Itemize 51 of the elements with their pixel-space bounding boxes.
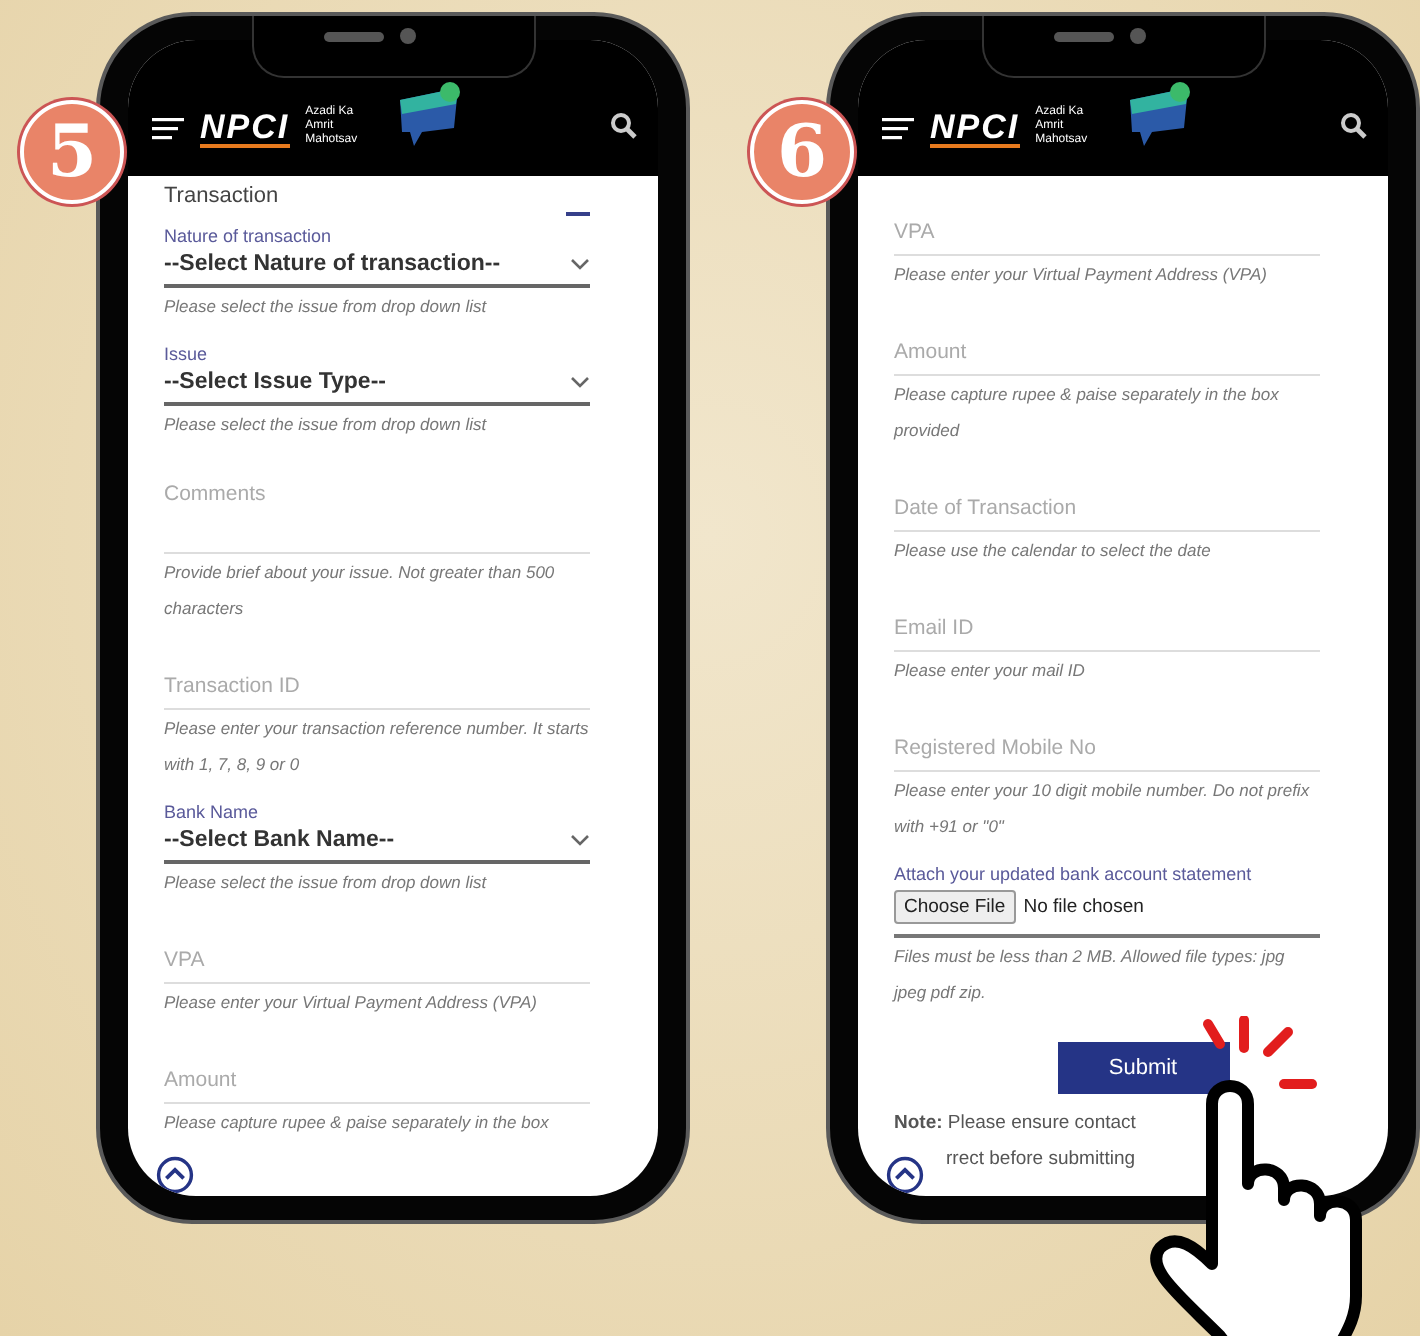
input-field[interactable]: VPA	[894, 184, 1320, 256]
comments-field[interactable]: Comments	[164, 454, 590, 554]
hint-text: Please enter your transaction reference number. It starts with 1, 7, 8, 9 or 0	[164, 716, 590, 778]
step-number: 6	[750, 100, 854, 204]
speaker-grille	[1053, 32, 1113, 42]
field-label: Nature of transaction	[164, 226, 334, 248]
menu-icon[interactable]	[152, 116, 184, 140]
input-field[interactable]: Amount	[894, 304, 1320, 376]
input-field[interactable]: Date of Transaction	[894, 460, 1320, 532]
hint-text: Files must be less than 2 MB. Allowed file types: jpg jpeg pdf zip.	[894, 944, 1287, 1006]
note-text: Note: Please ensure contact	[894, 1110, 1138, 1138]
hint-text: Please select the issue from drop down list	[164, 870, 489, 896]
brand-logo[interactable]: NPCI	[200, 112, 290, 148]
search-icon[interactable]	[1340, 112, 1368, 140]
file-status: No file chosen	[1023, 896, 1144, 918]
chevron-down-icon	[570, 375, 590, 389]
hint-text: Please capture rupee & paise separately in the box provided	[894, 382, 1281, 444]
hint-text: Please select the issue from drop down list	[164, 294, 489, 320]
section-title: Transaction	[164, 184, 279, 210]
hint-text: Please enter your 10 digit mobile number. Do not prefix with +91 or "0"	[894, 778, 1312, 840]
input-field[interactable]: Transaction ID	[164, 638, 590, 710]
submit-button[interactable]: Submit	[1057, 1042, 1229, 1094]
dropdown[interactable]: --Select Nature of transaction--	[164, 248, 590, 288]
dropdown[interactable]: --Select Issue Type--	[164, 366, 590, 406]
choose-file-button[interactable]: Choose File	[894, 890, 1016, 924]
hint-text: Please enter your Virtual Payment Address (VPA)	[894, 262, 1269, 288]
hint-text: Please enter your mail ID	[894, 658, 1087, 684]
input-field[interactable]: Email ID	[894, 580, 1320, 652]
input-field[interactable]: Amount	[164, 1032, 590, 1104]
chevron-down-icon	[570, 833, 590, 847]
chevron-down-icon	[570, 257, 590, 271]
hint-text: Please use the calendar to select the date	[894, 538, 1213, 564]
hint-text: Please select the issue from drop down list	[164, 412, 489, 438]
dropdown[interactable]: --Select Bank Name--	[164, 824, 590, 864]
field-label: Bank Name	[164, 802, 261, 824]
field-label: Attach your updated bank account statement	[894, 864, 1254, 886]
input-field[interactable]: Registered Mobile No	[894, 700, 1320, 772]
hint-text: Please enter your Virtual Payment Address (VPA)	[164, 990, 539, 1016]
note-text: rrect before submitting	[946, 1148, 1136, 1170]
scroll-up-icon[interactable]	[156, 1156, 194, 1194]
menu-icon[interactable]	[882, 116, 914, 140]
step-number: 5	[20, 100, 124, 204]
scroll-up-icon[interactable]	[886, 1156, 924, 1194]
field-label: Issue	[164, 344, 210, 366]
brand-logo[interactable]: NPCI	[930, 112, 1020, 148]
search-icon[interactable]	[610, 112, 638, 140]
minus-icon[interactable]	[566, 206, 590, 222]
hint-text: Provide brief about your issue. Not greater than 500 characters	[164, 560, 557, 622]
hint-text: Please capture rupee & paise separately in the box	[164, 1110, 551, 1136]
speaker-grille	[323, 32, 383, 42]
input-field[interactable]: VPA	[164, 912, 590, 984]
